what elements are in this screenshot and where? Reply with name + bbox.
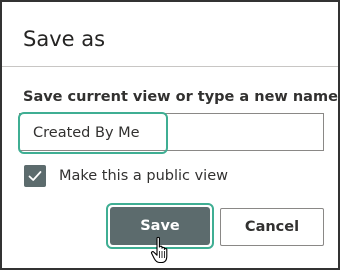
public-view-checkbox-row[interactable]: Make this a public view [24, 164, 228, 188]
view-name-input[interactable]: Created By Me [18, 112, 324, 154]
cancel-button[interactable]: Cancel [220, 208, 324, 246]
public-view-label: Make this a public view [59, 168, 228, 184]
save-as-dialog: Save as Save current view or type a new … [0, 0, 340, 270]
save-button[interactable]: Save [110, 207, 210, 245]
checkmark-icon [28, 171, 42, 181]
view-name-value[interactable]: Created By Me [18, 112, 168, 154]
title-divider [2, 66, 338, 67]
save-button-focus-ring: Save [106, 203, 214, 249]
public-view-checkbox[interactable] [24, 165, 46, 187]
view-name-label: Save current view or type a new name [23, 89, 338, 105]
dialog-title: Save as [23, 27, 106, 51]
